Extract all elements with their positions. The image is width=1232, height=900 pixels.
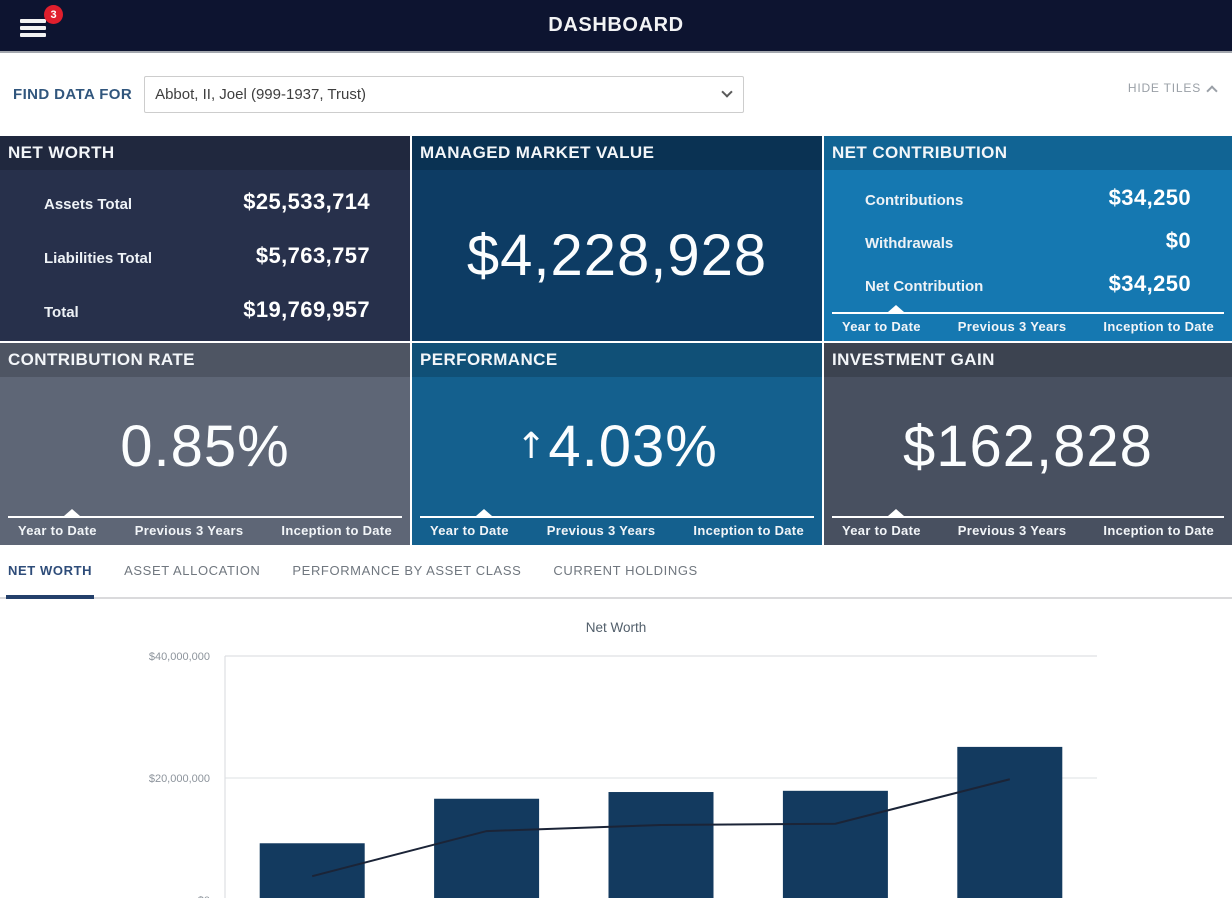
hamburger-icon	[20, 19, 46, 40]
tile-net-contribution-rows: Contributions $34,250 Withdrawals $0 Net…	[824, 170, 1232, 312]
stat-value: $25,533,714	[243, 189, 370, 215]
tile-managed-market-value: MANAGED MARKET VALUE $4,228,928	[412, 136, 822, 341]
find-data-toolbar: FIND DATA FOR Abbot, II, Joel (999-1937,…	[0, 53, 1232, 136]
chart-bar	[783, 791, 888, 898]
stat-label: Net Contribution	[865, 278, 983, 295]
tabstrip-line	[8, 516, 402, 518]
period-tabstrip: Year to Date Previous 3 Years Inception …	[824, 312, 1232, 341]
menu-button[interactable]: 3	[18, 11, 58, 45]
active-period-indicator	[888, 509, 904, 516]
period-tab-previous-3-years[interactable]: Previous 3 Years	[135, 523, 244, 538]
tile-investment-gain: INVESTMENT GAIN $162,828 Year to Date Pr…	[824, 343, 1232, 545]
period-tabs: Year to Date Previous 3 Years Inception …	[832, 319, 1224, 334]
period-tabs: Year to Date Previous 3 Years Inception …	[832, 523, 1224, 538]
period-tab-previous-3-years[interactable]: Previous 3 Years	[958, 523, 1067, 538]
period-tabs: Year to Date Previous 3 Years Inception …	[420, 523, 814, 538]
tab-net-worth[interactable]: NET WORTH	[6, 545, 94, 599]
stat-row: Net Contribution $34,250	[865, 271, 1191, 297]
period-tabstrip: Year to Date Previous 3 Years Inception …	[0, 516, 410, 545]
hide-tiles-label: HIDE TILES	[1128, 81, 1201, 95]
tabstrip-line	[832, 516, 1224, 518]
period-tab-year-to-date[interactable]: Year to Date	[842, 523, 921, 538]
notification-badge: 3	[44, 5, 63, 24]
stat-value: $34,250	[1109, 185, 1191, 211]
period-tab-year-to-date[interactable]: Year to Date	[842, 319, 921, 334]
tile-net-worth-title: NET WORTH	[0, 136, 410, 170]
period-tab-year-to-date[interactable]: Year to Date	[18, 523, 97, 538]
chevron-up-icon	[1206, 85, 1217, 96]
stat-value: $19,769,957	[243, 297, 370, 323]
kpi-tiles-grid: NET WORTH Assets Total $25,533,714 Liabi…	[0, 136, 1232, 545]
stat-value: $5,763,757	[256, 243, 370, 269]
account-select-wrap: Abbot, II, Joel (999-1937, Trust)	[144, 76, 744, 113]
period-tab-inception-to-date[interactable]: Inception to Date	[281, 523, 392, 538]
tile-performance-title: PERFORMANCE	[412, 343, 822, 377]
contribution-rate-value: 0.85%	[120, 413, 289, 480]
performance-value: 4.03%	[548, 413, 717, 480]
account-select[interactable]: Abbot, II, Joel (999-1937, Trust)	[144, 76, 744, 113]
period-tab-year-to-date[interactable]: Year to Date	[430, 523, 509, 538]
chart-bar	[434, 799, 539, 898]
tabstrip-line	[832, 312, 1224, 314]
tile-performance-body: ↑ 4.03%	[412, 377, 822, 516]
tile-investment-gain-body: $162,828	[824, 377, 1232, 516]
tile-contribution-rate: CONTRIBUTION RATE 0.85% Year to Date Pre…	[0, 343, 410, 545]
tile-managed-market-value-body: $4,228,928	[412, 170, 822, 341]
net-worth-chart: $40,000,000 $20,000,000 $0	[0, 599, 1232, 898]
stat-value: $0	[1166, 228, 1191, 254]
period-tabs: Year to Date Previous 3 Years Inception …	[8, 523, 402, 538]
stat-label: Contributions	[865, 192, 963, 209]
dashboard-app: 3 DASHBOARD FIND DATA FOR Abbot, II, Joe…	[0, 0, 1232, 900]
period-tab-inception-to-date[interactable]: Inception to Date	[1103, 523, 1214, 538]
tab-performance-by-asset-class[interactable]: PERFORMANCE BY ASSET CLASS	[290, 545, 523, 599]
net-worth-chart-section: Net Worth $40,000,000$20,000,000$0	[0, 599, 1232, 898]
tile-performance: PERFORMANCE ↑ 4.03% Year to Date Previou…	[412, 343, 822, 545]
chart-bar	[260, 843, 365, 898]
tile-net-worth-rows: Assets Total $25,533,714 Liabilities Tot…	[0, 170, 410, 341]
period-tab-inception-to-date[interactable]: Inception to Date	[693, 523, 804, 538]
stat-row: Total $19,769,957	[44, 297, 370, 323]
stat-row: Assets Total $25,533,714	[44, 189, 370, 215]
managed-market-value: $4,228,928	[467, 222, 767, 289]
stat-row: Withdrawals $0	[865, 228, 1191, 254]
tile-contribution-rate-title: CONTRIBUTION RATE	[0, 343, 410, 377]
page-title: DASHBOARD	[548, 14, 683, 37]
find-data-label: FIND DATA FOR	[13, 86, 132, 103]
period-tab-inception-to-date[interactable]: Inception to Date	[1103, 319, 1214, 334]
tile-investment-gain-title: INVESTMENT GAIN	[824, 343, 1232, 377]
stat-row: Contributions $34,250	[865, 185, 1191, 211]
tabstrip-line	[420, 516, 814, 518]
stat-label: Assets Total	[44, 196, 132, 213]
tile-net-worth: NET WORTH Assets Total $25,533,714 Liabi…	[0, 136, 410, 341]
stat-value: $34,250	[1109, 271, 1191, 297]
stat-label: Withdrawals	[865, 235, 953, 252]
tab-asset-allocation[interactable]: ASSET ALLOCATION	[122, 545, 262, 599]
y-tick-label: $40,000,000	[149, 651, 210, 663]
tile-net-contribution: NET CONTRIBUTION Contributions $34,250 W…	[824, 136, 1232, 341]
section-tab-bar: NET WORTH ASSET ALLOCATION PERFORMANCE B…	[0, 545, 1232, 599]
app-header: 3 DASHBOARD	[0, 0, 1232, 53]
stat-label: Total	[44, 304, 79, 321]
active-period-indicator	[64, 509, 80, 516]
period-tab-previous-3-years[interactable]: Previous 3 Years	[958, 319, 1067, 334]
period-tab-previous-3-years[interactable]: Previous 3 Years	[547, 523, 656, 538]
y-tick-label: $0	[198, 895, 210, 898]
period-tabstrip: Year to Date Previous 3 Years Inception …	[824, 516, 1232, 545]
stat-row: Liabilities Total $5,763,757	[44, 243, 370, 269]
y-tick-label: $20,000,000	[149, 773, 210, 785]
period-tabstrip: Year to Date Previous 3 Years Inception …	[412, 516, 822, 545]
arrow-up-icon: ↑	[516, 426, 546, 467]
hide-tiles-button[interactable]: HIDE TILES	[1128, 81, 1216, 95]
investment-gain-value: $162,828	[903, 413, 1153, 480]
tile-managed-market-value-title: MANAGED MARKET VALUE	[412, 136, 822, 170]
tile-net-contribution-title: NET CONTRIBUTION	[824, 136, 1232, 170]
tile-contribution-rate-body: 0.85%	[0, 377, 410, 516]
chart-bar	[957, 747, 1062, 898]
active-period-indicator	[888, 305, 904, 312]
active-period-indicator	[476, 509, 492, 516]
stat-label: Liabilities Total	[44, 250, 152, 267]
tab-current-holdings[interactable]: CURRENT HOLDINGS	[551, 545, 699, 599]
chart-bar	[609, 792, 714, 898]
